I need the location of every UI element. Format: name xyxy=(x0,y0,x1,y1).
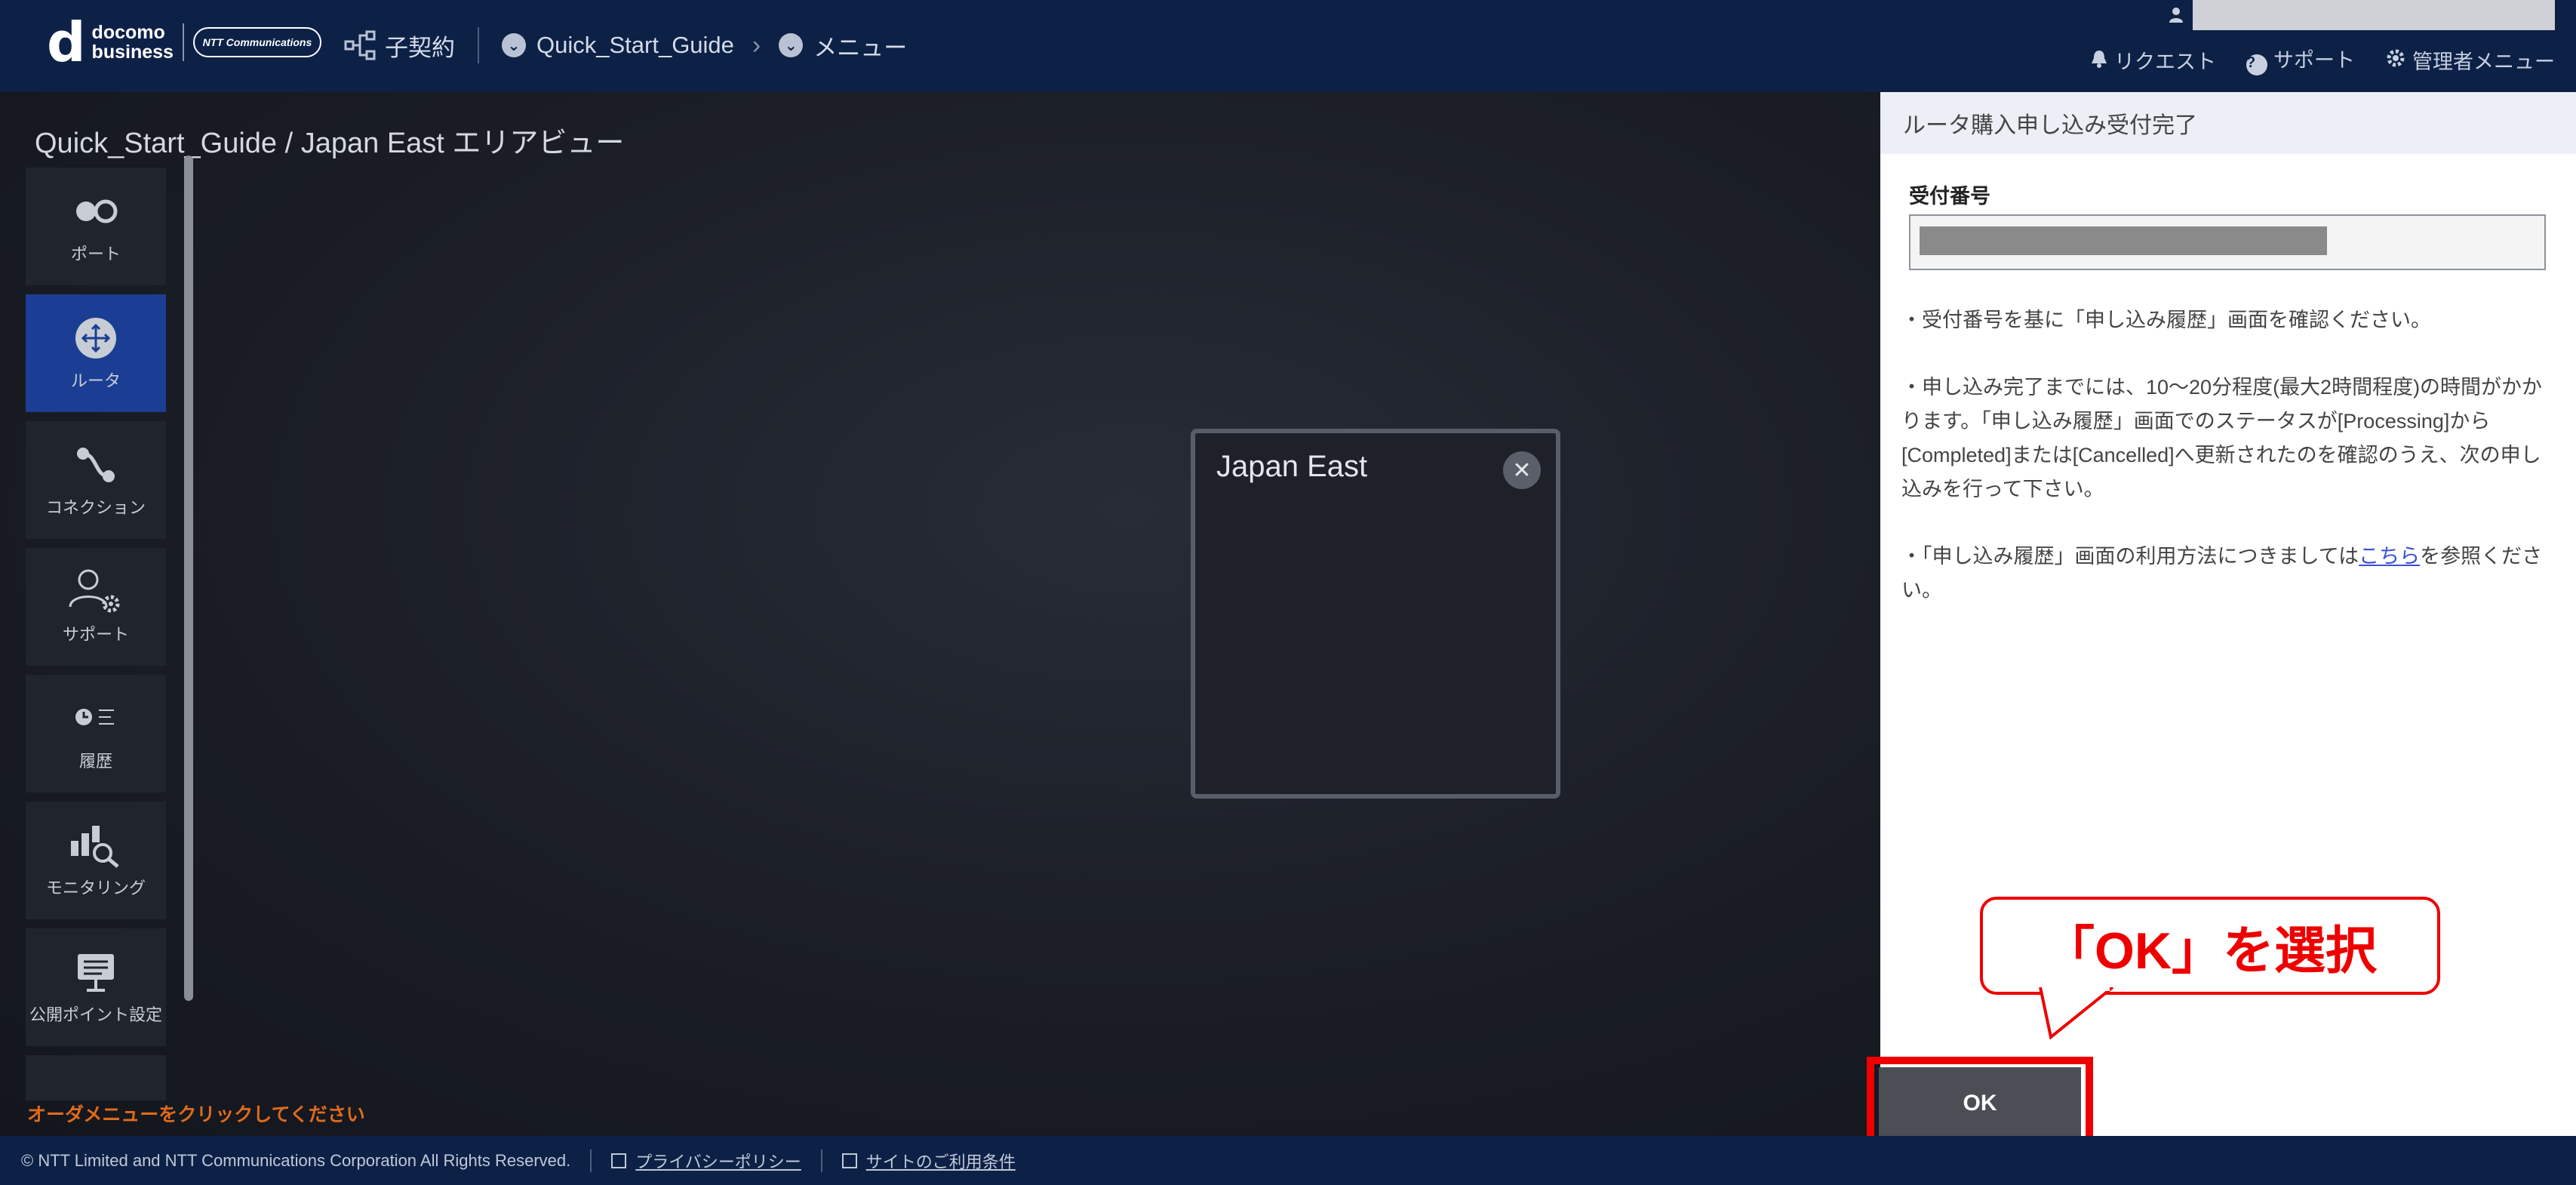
ok-button[interactable]: OK xyxy=(1879,1067,2081,1140)
monitoring-icon xyxy=(69,822,122,869)
nav-menu[interactable]: メニュー xyxy=(813,29,907,63)
footer: © NTT Limited and NTT Communications Cor… xyxy=(0,1136,2576,1185)
area-title: Japan East xyxy=(1216,450,1368,483)
area-japan-east[interactable]: Japan East ✕ xyxy=(1191,429,1560,799)
port-icon xyxy=(74,188,118,235)
docomo-business-logo[interactable]: d docomo business NTT Communications xyxy=(47,15,321,69)
panel-instructions: ・受付番号を基に「申し込み履歴」画面を確認ください。 ・申し込み完了までには、1… xyxy=(1901,303,2558,641)
history-icon xyxy=(75,695,117,742)
brand-top-text: docomo xyxy=(91,22,165,43)
panel-title: ルータ購入申し込み受付完了 xyxy=(1880,92,2576,154)
help-icon: ? xyxy=(2246,54,2267,75)
sidebar-item-history[interactable]: 履歴 xyxy=(26,675,166,793)
here-link[interactable]: こちら xyxy=(2359,545,2420,568)
chevron-right-icon: › xyxy=(752,30,761,60)
chevron-down-icon[interactable]: ⌄ xyxy=(502,33,526,57)
public-point-icon xyxy=(75,949,117,996)
header-links: リクエスト ? サポート 管理者メニュー xyxy=(2090,44,2555,75)
user-account-box[interactable] xyxy=(2159,0,2555,30)
user-name-masked xyxy=(2193,0,2555,30)
privacy-policy-link[interactable]: プライバシーポリシー xyxy=(635,1149,801,1173)
connection-icon xyxy=(74,442,118,488)
bell-icon xyxy=(2090,49,2108,74)
terms-of-use-link[interactable]: サイトのご利用条件 xyxy=(866,1149,1016,1173)
close-icon[interactable]: ✕ xyxy=(1503,451,1541,489)
router-icon xyxy=(74,315,118,362)
contract-tree-icon xyxy=(344,30,376,60)
copyright-text: © NTT Limited and NTT Communications Cor… xyxy=(21,1150,571,1170)
page-title: Quick_Start_Guide / Japan East エリアビュー xyxy=(35,128,625,159)
callout-tail xyxy=(2039,987,2114,1040)
sidebar-item-more[interactable] xyxy=(26,1055,166,1100)
sidebar-item-support[interactable]: サポート xyxy=(26,548,166,666)
support-link[interactable]: ? サポート xyxy=(2246,44,2355,75)
top-header: d docomo business NTT Communications 子契約… xyxy=(0,0,2576,92)
sidebar-item-public-point[interactable]: 公開ポイント設定 xyxy=(26,928,166,1046)
chevron-down-icon[interactable]: ⌄ xyxy=(779,33,804,57)
sidebar-item-port[interactable]: ポート xyxy=(26,168,166,285)
instruction-3: ・「申し込み履歴」画面の利用方法につきましてはこちらを参照ください。 xyxy=(1901,545,2543,602)
area-view: Quick_Start_Guide / Japan East エリアビュー ポー… xyxy=(0,92,1880,1136)
sidebar-item-connection[interactable]: コネクション xyxy=(26,421,166,539)
instruction-1: ・受付番号を基に「申し込み履歴」画面を確認ください。 xyxy=(1901,309,2431,331)
sidebar-item-monitoring[interactable]: モニタリング xyxy=(26,802,166,919)
breadcrumb: 子契約 ⌄ Quick_Start_Guide › ⌄ メニュー xyxy=(344,23,907,68)
order-hint-text: オーダメニューをクリックしてください xyxy=(27,1104,365,1125)
ntt-communications-logo: NTT Communications xyxy=(192,27,321,57)
admin-menu-link[interactable]: 管理者メニュー xyxy=(2385,45,2555,75)
sidebar-scrollbar[interactable] xyxy=(184,155,193,1001)
user-icon xyxy=(2159,0,2193,30)
sidebar-item-router[interactable]: ルータ xyxy=(26,294,166,412)
external-link-icon xyxy=(611,1153,627,1168)
order-sidebar: ポート ルータ コネクション サポート 履歴 モニタリング 公開ポイント設定 xyxy=(26,168,166,1110)
receipt-number-field[interactable] xyxy=(1909,214,2546,270)
brand-bottom-text: business xyxy=(91,42,174,63)
receipt-number-masked xyxy=(1920,226,2327,255)
receipt-number-label: 受付番号 xyxy=(1909,185,1990,208)
request-link[interactable]: リクエスト xyxy=(2090,45,2216,75)
external-link-icon xyxy=(841,1153,857,1168)
instruction-2: ・申し込み完了までには、10～20分程度(最大2時間程度)の時間がかかります。「… xyxy=(1901,376,2543,500)
nav-project[interactable]: Quick_Start_Guide xyxy=(536,32,734,59)
gear-icon xyxy=(2385,48,2406,74)
annotation-callout: 「OK」を選択 xyxy=(1980,897,2440,995)
support-user-icon xyxy=(66,568,126,615)
nav-contract[interactable]: 子契約 xyxy=(385,29,455,63)
